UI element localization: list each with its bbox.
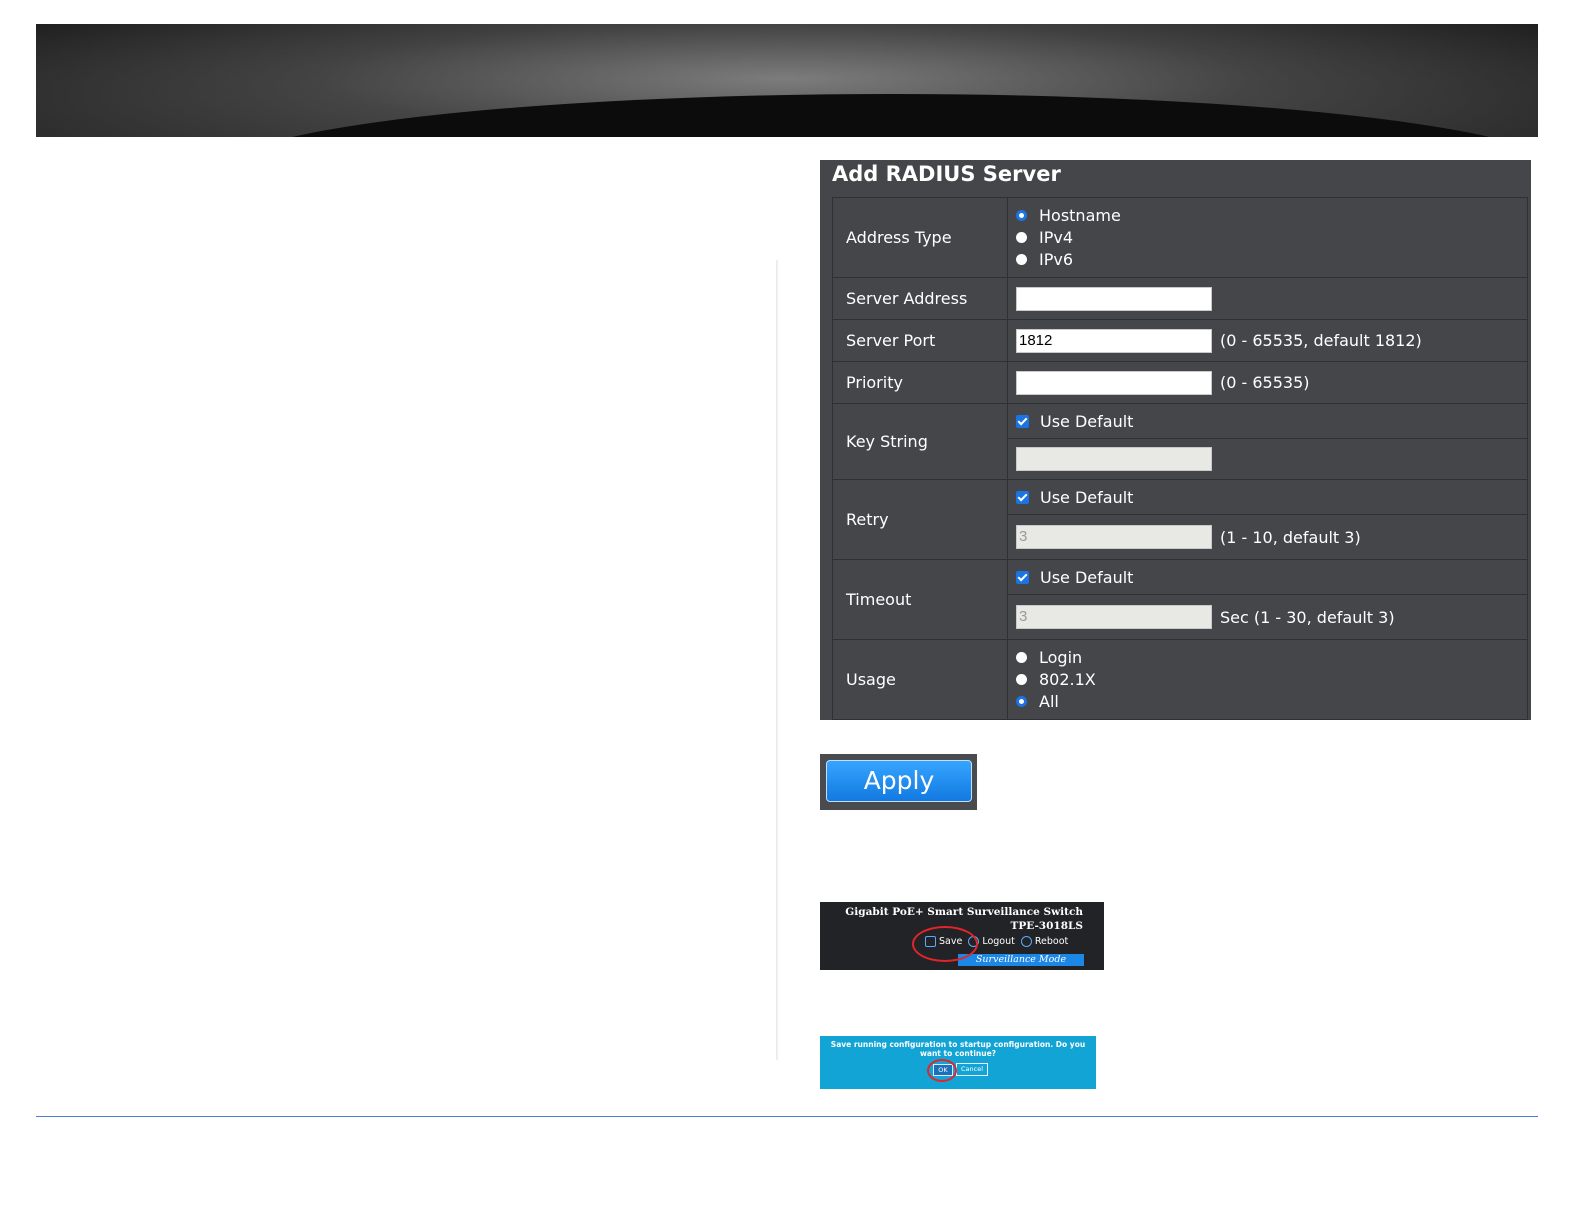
key-string-checkbox[interactable] bbox=[1016, 414, 1029, 428]
usage-label: Usage bbox=[832, 639, 1008, 720]
apply-button-frame: Apply bbox=[820, 754, 977, 810]
radio-ipv4-icon[interactable] bbox=[1016, 232, 1027, 243]
radio-login-icon[interactable] bbox=[1016, 652, 1027, 663]
priority-input[interactable] bbox=[1016, 370, 1212, 395]
retry-use-default-label: Use Default bbox=[1040, 487, 1134, 507]
column-divider bbox=[776, 260, 779, 1060]
key-string-label: Key String bbox=[832, 403, 1008, 480]
product-name: Gigabit PoE+ Smart Surveillance Switch bbox=[845, 906, 1083, 918]
radio-login-label: Login bbox=[1039, 648, 1083, 667]
priority-label: Priority bbox=[832, 361, 1008, 404]
radio-hostname-icon[interactable] bbox=[1016, 210, 1027, 221]
server-address-input[interactable] bbox=[1016, 286, 1212, 311]
address-type-label: Address Type bbox=[832, 197, 1008, 278]
reboot-link[interactable]: Reboot bbox=[1020, 936, 1069, 947]
save-highlight-circle bbox=[912, 926, 978, 962]
radio-8021x[interactable]: 802.1X bbox=[1016, 669, 1527, 691]
reboot-icon bbox=[1020, 936, 1032, 947]
key-string-input[interactable] bbox=[1016, 447, 1212, 471]
key-string-use-default[interactable]: Use Default bbox=[1016, 410, 1527, 432]
timeout-checkbox[interactable] bbox=[1016, 570, 1029, 584]
cancel-button[interactable]: Cancel bbox=[956, 1063, 988, 1076]
save-confirm-dialog: Save running configuration to startup co… bbox=[820, 1036, 1096, 1089]
timeout-hint: Sec (1 - 30, default 3) bbox=[1220, 607, 1395, 627]
server-address-label: Server Address bbox=[832, 277, 1008, 320]
radio-all-label: All bbox=[1039, 692, 1059, 711]
add-radius-server-panel: Add RADIUS Server Address Type Hostname … bbox=[820, 160, 1531, 720]
retry-input[interactable]: 3 bbox=[1016, 525, 1212, 549]
retry-use-default[interactable]: Use Default bbox=[1016, 486, 1527, 508]
switch-header-screenshot: Gigabit PoE+ Smart Surveillance Switch T… bbox=[820, 902, 1104, 970]
priority-hint: (0 - 65535) bbox=[1220, 373, 1310, 392]
header-banner bbox=[36, 24, 1538, 137]
radio-ipv6[interactable]: IPv6 bbox=[1016, 249, 1527, 271]
timeout-use-default[interactable]: Use Default bbox=[1016, 566, 1527, 588]
confirm-message: Save running configuration to startup co… bbox=[830, 1040, 1086, 1058]
radio-login[interactable]: Login bbox=[1016, 647, 1527, 669]
timeout-use-default-label: Use Default bbox=[1040, 567, 1134, 587]
radius-form: Address Type Hostname IPv4 IPv6 Server A… bbox=[832, 197, 1528, 720]
panel-title: Add RADIUS Server bbox=[832, 162, 1061, 186]
radio-all-icon[interactable] bbox=[1016, 696, 1027, 707]
radio-ipv4-label: IPv4 bbox=[1039, 228, 1074, 247]
radio-hostname[interactable]: Hostname bbox=[1016, 205, 1527, 227]
apply-button[interactable]: Apply bbox=[826, 760, 972, 802]
retry-label: Retry bbox=[832, 479, 1008, 560]
retry-checkbox[interactable] bbox=[1016, 490, 1029, 504]
logout-label: Logout bbox=[982, 936, 1015, 947]
radio-8021x-icon[interactable] bbox=[1016, 674, 1027, 685]
ok-highlight-circle bbox=[927, 1059, 957, 1082]
model-name: TPE-3018LS bbox=[1010, 920, 1083, 932]
server-port-hint: (0 - 65535, default 1812) bbox=[1220, 331, 1422, 350]
radio-hostname-label: Hostname bbox=[1039, 206, 1121, 225]
radio-ipv6-icon[interactable] bbox=[1016, 254, 1027, 265]
radio-ipv6-label: IPv6 bbox=[1039, 250, 1074, 269]
surveillance-mode-button[interactable]: Surveillance Mode bbox=[958, 954, 1084, 966]
timeout-label: Timeout bbox=[832, 559, 1008, 640]
server-port-label: Server Port bbox=[832, 319, 1008, 362]
radio-all[interactable]: All bbox=[1016, 691, 1527, 713]
footer-rule bbox=[36, 1116, 1538, 1117]
reboot-label: Reboot bbox=[1034, 936, 1069, 947]
timeout-input[interactable]: 3 bbox=[1016, 605, 1212, 629]
radio-8021x-label: 802.1X bbox=[1039, 670, 1096, 689]
radio-ipv4[interactable]: IPv4 bbox=[1016, 227, 1527, 249]
server-port-input[interactable]: 1812 bbox=[1016, 328, 1212, 353]
retry-hint: (1 - 10, default 3) bbox=[1220, 527, 1361, 547]
usage-options: Login 802.1X All bbox=[1007, 639, 1528, 720]
address-type-options: Hostname IPv4 IPv6 bbox=[1007, 197, 1528, 278]
key-string-use-default-label: Use Default bbox=[1040, 411, 1134, 431]
